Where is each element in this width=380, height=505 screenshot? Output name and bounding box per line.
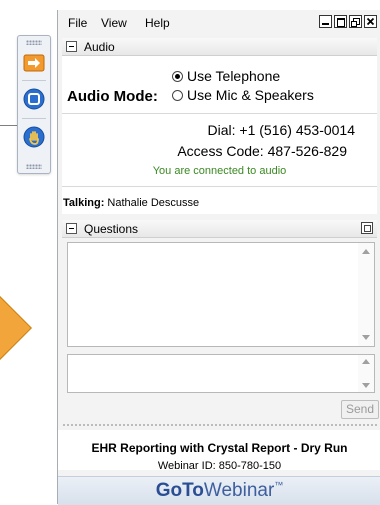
control-panel: File View Help Audio Audio Mode: Use Tel… xyxy=(57,10,380,505)
audio-mode-label: Audio Mode: xyxy=(67,88,158,105)
scroll-up-icon[interactable] xyxy=(362,359,370,364)
show-hide-panel-button[interactable] xyxy=(23,52,45,74)
scroll-down-icon[interactable] xyxy=(362,383,370,388)
access-code-value: 487-526-829 xyxy=(267,143,347,159)
webinar-id: Webinar ID: 850-780-150 xyxy=(157,460,282,472)
mic-speakers-radio[interactable] xyxy=(172,90,183,101)
webinar-info: EHR Reporting with Crystal Report - Dry … xyxy=(58,430,380,472)
talking-indicator: Talking: Nathalie Descusse xyxy=(62,192,377,214)
menu-help[interactable]: Help xyxy=(145,16,170,30)
logo-webinar: Webinar xyxy=(203,480,275,501)
send-button[interactable]: Send xyxy=(341,400,379,419)
telephone-radio-label[interactable]: Use Telephone xyxy=(187,68,280,84)
toolbar-separator xyxy=(22,80,46,81)
logo-trademark: ™ xyxy=(274,480,284,490)
audio-divider xyxy=(62,186,377,187)
logo-go: Go xyxy=(155,480,183,501)
questions-log-scrollbar[interactable] xyxy=(358,243,374,346)
raise-hand-button[interactable] xyxy=(23,126,45,148)
window-controls xyxy=(319,15,377,28)
questions-log[interactable] xyxy=(67,242,375,347)
question-input-scrollbar[interactable] xyxy=(358,355,374,392)
side-arrow-tab[interactable] xyxy=(0,294,32,362)
gotowebinar-logo: GoToWebinar™ xyxy=(58,476,380,505)
popout-icon[interactable] xyxy=(361,222,373,234)
telephone-radio[interactable] xyxy=(172,71,183,82)
talking-name: Nathalie Descusse xyxy=(107,197,200,209)
menu-view[interactable]: View xyxy=(101,16,127,30)
arrow-icon xyxy=(23,54,45,72)
floating-toolbar xyxy=(17,35,51,174)
webinar-title: EHR Reporting with Crystal Report - Dry … xyxy=(91,441,348,455)
scroll-up-icon[interactable] xyxy=(362,249,370,254)
collapse-icon[interactable] xyxy=(66,223,77,234)
talking-label: Talking: xyxy=(63,197,105,209)
dial-number: +1 (516) 453-0014 xyxy=(239,122,355,138)
close-icon[interactable] xyxy=(364,15,377,28)
screen-sharing-button[interactable] xyxy=(23,88,45,110)
access-code-label: Access Code: xyxy=(177,143,264,159)
audio-section-title: Audio xyxy=(84,40,115,54)
scroll-down-icon[interactable] xyxy=(362,335,370,340)
menu-file[interactable]: File xyxy=(68,16,87,30)
question-input[interactable] xyxy=(67,354,375,393)
logo-to: To xyxy=(182,480,204,501)
audio-status: You are connected to audio xyxy=(152,165,287,177)
questions-section-header[interactable]: Questions xyxy=(62,220,377,238)
audio-section-header[interactable]: Audio xyxy=(62,38,377,56)
toolbar-grip-top[interactable] xyxy=(26,40,42,45)
menu-bar: File View Help xyxy=(58,10,380,34)
restore-icon[interactable] xyxy=(334,15,347,28)
screen-icon xyxy=(23,88,45,110)
collapse-icon[interactable] xyxy=(66,41,77,52)
audio-panel: Audio Mode: Use Telephone Use Mic & Spea… xyxy=(62,56,377,212)
questions-section-title: Questions xyxy=(84,222,139,236)
access-code-info: Access Code: 487-526-829 xyxy=(177,143,347,159)
toolbar-grip-bottom[interactable] xyxy=(26,164,42,169)
audio-divider xyxy=(62,113,377,114)
toolbar-separator xyxy=(22,118,46,119)
mic-speakers-radio-label[interactable]: Use Mic & Speakers xyxy=(187,87,314,103)
popout-icon[interactable] xyxy=(349,15,362,28)
resize-grip[interactable] xyxy=(62,423,377,427)
dial-info: Dial: +1 (516) 453-0014 xyxy=(208,122,356,138)
minimize-icon[interactable] xyxy=(319,15,332,28)
raise-hand-icon xyxy=(23,126,45,148)
dial-label: Dial: xyxy=(207,122,236,138)
